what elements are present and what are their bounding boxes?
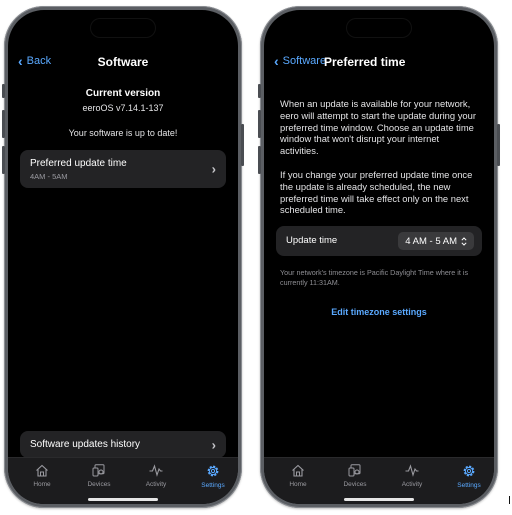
chevron-right-icon: › xyxy=(211,437,216,452)
dynamic-island xyxy=(91,19,155,37)
page-title: Software xyxy=(97,55,149,69)
tab-settings-label: Settings xyxy=(457,482,481,489)
preferred-update-time-title: Preferred update time xyxy=(30,158,127,169)
tab-activity[interactable]: Activity xyxy=(132,464,180,488)
update-info-paragraph: When an update is available for your net… xyxy=(280,98,476,157)
update-time-label: Update time xyxy=(286,235,338,246)
tab-devices-label: Devices xyxy=(343,481,367,488)
tab-home[interactable]: Home xyxy=(274,464,322,488)
nav-bar: ‹ Software Preferred time xyxy=(264,50,494,74)
nav-bar: ‹ Back Software xyxy=(8,50,238,74)
dynamic-island xyxy=(347,19,411,37)
settings-icon xyxy=(207,465,219,477)
tab-home-label: Home xyxy=(33,481,51,488)
mute-switch xyxy=(2,84,5,98)
home-icon xyxy=(292,464,304,477)
tab-devices-label: Devices xyxy=(87,481,111,488)
software-screen: ‹ Back Software Current version eeroOS v… xyxy=(8,10,238,504)
update-time-value: 4 AM - 5 AM xyxy=(405,235,457,247)
back-button[interactable]: ‹ Software xyxy=(274,52,327,69)
tab-settings[interactable]: Settings xyxy=(445,464,493,489)
software-updates-history-row[interactable]: Software updates history › xyxy=(20,431,226,458)
update-time-picker[interactable]: 4 AM - 5 AM xyxy=(398,232,474,250)
activity-icon xyxy=(405,464,419,477)
chevron-right-icon: › xyxy=(211,161,216,177)
schedule-change-paragraph: If you change your preferred update time… xyxy=(280,169,473,216)
tab-devices[interactable]: Devices xyxy=(331,464,379,488)
back-button-label: Software xyxy=(282,55,327,67)
page-title: Preferred time xyxy=(324,55,406,69)
side-button xyxy=(241,124,244,166)
mute-switch xyxy=(258,84,261,98)
preferred-time-screen: ‹ Software Preferred time When an update… xyxy=(264,10,494,504)
tab-bar: Home Devices Activity Settings xyxy=(8,457,238,504)
tab-home-label: Home xyxy=(289,481,307,488)
home-icon xyxy=(36,464,48,477)
edit-timezone-settings-link[interactable]: Edit timezone settings xyxy=(264,307,494,317)
home-indicator xyxy=(344,498,414,501)
tab-bar: Home Devices Activity Settings xyxy=(264,457,494,504)
volume-up-button xyxy=(258,110,261,138)
tab-settings-label: Settings xyxy=(201,482,225,489)
devices-icon xyxy=(348,464,361,477)
chevron-left-icon: ‹ xyxy=(274,52,279,69)
tab-activity-label: Activity xyxy=(401,481,423,488)
phone-frame-right: ‹ Software Preferred time When an update… xyxy=(258,6,500,508)
tab-home[interactable]: Home xyxy=(18,464,66,488)
volume-down-button xyxy=(258,146,261,174)
tab-devices[interactable]: Devices xyxy=(75,464,123,488)
edge-mark xyxy=(509,496,510,504)
up-to-date-status: Your software is up to date! xyxy=(68,128,178,138)
chevron-up-down-icon xyxy=(461,236,467,246)
tab-settings[interactable]: Settings xyxy=(189,464,237,489)
timezone-note: Your network's timezone is Pacific Dayli… xyxy=(280,268,469,287)
software-updates-history-label: Software updates history xyxy=(30,439,141,450)
home-indicator xyxy=(88,498,158,501)
volume-up-button xyxy=(2,110,5,138)
volume-down-button xyxy=(2,146,5,174)
current-version-heading: Current version xyxy=(85,88,161,99)
current-version-value: eeroOS v7.14.1-137 xyxy=(82,103,164,113)
devices-icon xyxy=(92,464,105,477)
phone-frame-left: ‹ Back Software Current version eeroOS v… xyxy=(2,6,244,508)
settings-icon xyxy=(463,465,475,477)
preferred-update-time-row[interactable]: Preferred update time 4AM - 5AM › xyxy=(20,150,226,188)
activity-icon xyxy=(149,464,163,477)
tab-activity[interactable]: Activity xyxy=(388,464,436,488)
preferred-update-time-value: 4AM - 5AM xyxy=(30,172,68,181)
tab-activity-label: Activity xyxy=(145,481,167,488)
update-time-row[interactable]: Update time 4 AM - 5 AM xyxy=(276,226,482,256)
side-button xyxy=(497,124,500,166)
